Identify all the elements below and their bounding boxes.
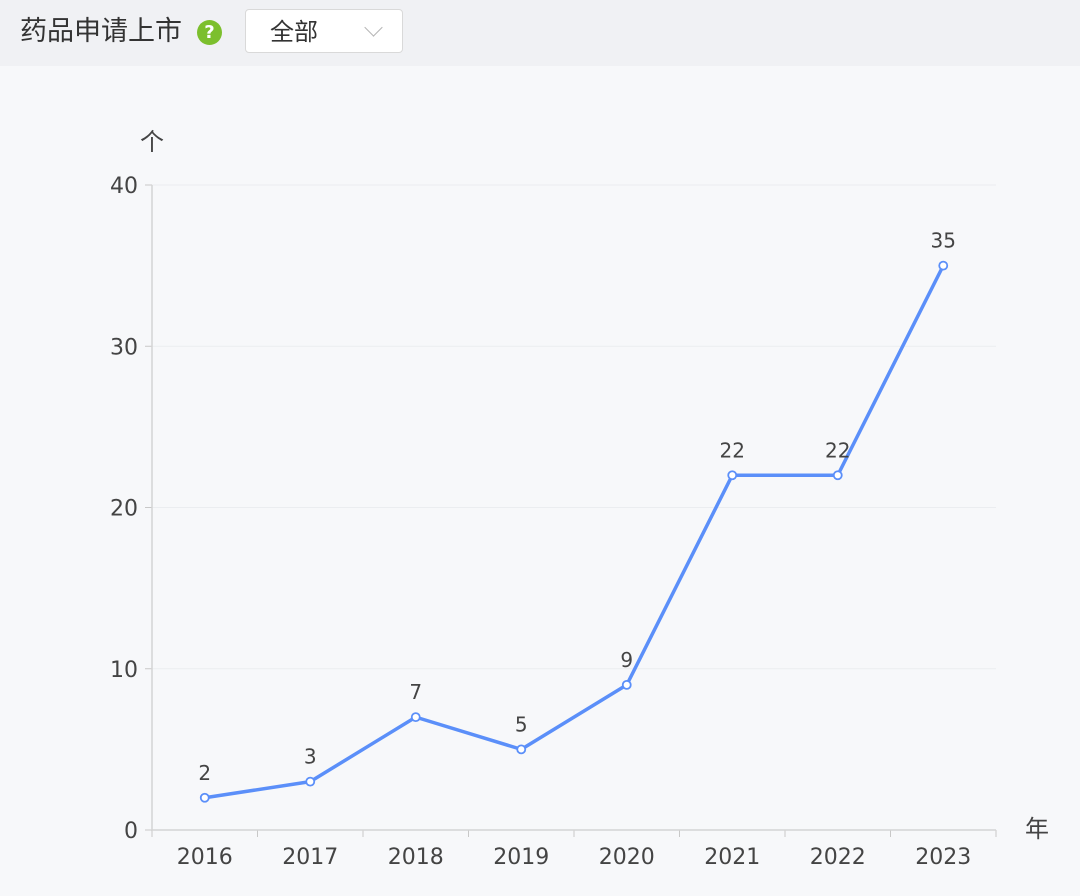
gridlines bbox=[145, 184, 997, 837]
data-label: 22 bbox=[720, 438, 745, 462]
y-tick-label: 20 bbox=[110, 497, 138, 522]
x-tick-label: 2019 bbox=[493, 845, 549, 870]
x-tick-label: 2017 bbox=[282, 845, 338, 870]
x-tick-labels: 2016 2017 2018 2019 2020 2021 2022 2023 bbox=[177, 845, 972, 870]
question-circle-icon[interactable]: ? bbox=[197, 20, 222, 45]
data-point[interactable] bbox=[516, 744, 527, 755]
y-tick-labels: 0 10 20 30 40 bbox=[110, 174, 138, 844]
y-tick-label: 30 bbox=[110, 335, 138, 360]
data-point[interactable] bbox=[727, 470, 738, 481]
x-tick-label: 2022 bbox=[810, 845, 866, 870]
x-tick-label: 2021 bbox=[704, 845, 760, 870]
chart-container: 0 10 20 30 40 2016 2017 2018 2019 2020 2021 2022 20… bbox=[0, 66, 1080, 896]
x-tick-label: 2016 bbox=[177, 845, 233, 870]
line-chart: 010203040 2016 2017 2018 2019 2020 2021 2022 20… bbox=[110, 128, 1049, 870]
y-tick-label: 40 bbox=[110, 174, 138, 199]
y-tick-label: 10 bbox=[110, 658, 138, 683]
filter-dropdown[interactable]: 全部 bbox=[245, 9, 403, 53]
header-bar: 药品申请上市 ? 全部 bbox=[0, 0, 1080, 66]
data-labels: 2 3 7 5 9 22 22 35 bbox=[198, 229, 956, 785]
data-label: 7 bbox=[409, 680, 422, 704]
y-tick-label: 0 bbox=[124, 819, 138, 844]
chevron-down-icon[interactable] bbox=[364, 18, 383, 37]
series-line bbox=[203, 263, 945, 800]
data-points bbox=[199, 260, 949, 803]
x-axis-unit-label: 年 bbox=[1025, 815, 1049, 843]
data-point[interactable] bbox=[621, 679, 632, 690]
data-label: 22 bbox=[825, 438, 850, 462]
data-point[interactable] bbox=[832, 470, 843, 481]
data-label: 35 bbox=[931, 229, 956, 253]
data-point[interactable] bbox=[199, 792, 210, 803]
page-title: 药品申请上市 bbox=[20, 16, 182, 47]
data-label: 9 bbox=[620, 648, 633, 672]
series-line-group bbox=[203, 263, 945, 800]
data-label: 2 bbox=[198, 761, 211, 785]
x-tick-label: 2018 bbox=[388, 845, 444, 870]
data-point[interactable] bbox=[305, 776, 316, 787]
data-point[interactable] bbox=[938, 260, 949, 271]
x-tick-label: 2020 bbox=[599, 845, 655, 870]
data-label: 5 bbox=[515, 712, 528, 736]
x-tick-label: 2023 bbox=[915, 845, 971, 870]
filter-selected-value: 全部 bbox=[270, 18, 318, 46]
data-label: 3 bbox=[304, 745, 317, 769]
y-axis-unit-label: 个 bbox=[140, 128, 164, 156]
data-point[interactable] bbox=[410, 712, 421, 723]
